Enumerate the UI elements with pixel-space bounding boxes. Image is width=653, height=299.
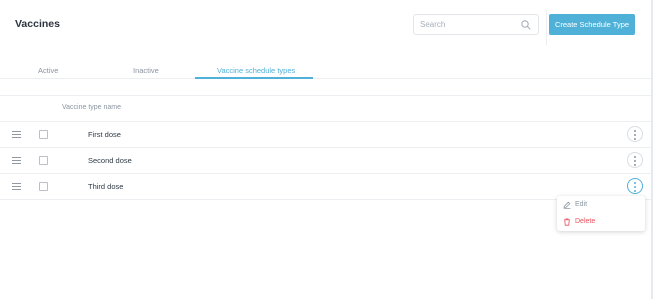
row-checkbox[interactable] [39, 130, 48, 139]
table-row: Third dose [0, 174, 651, 200]
row-actions-menu: Edit Delete [557, 196, 645, 231]
row-name: First dose [88, 130, 121, 139]
drag-handle-icon[interactable] [12, 183, 21, 190]
column-header-vaccine-type-name: Vaccine type name [62, 104, 122, 111]
row-name: Third dose [88, 182, 124, 191]
row-checkbox[interactable] [39, 182, 48, 191]
table-top-divider [0, 95, 651, 96]
row-name: Second dose [88, 156, 132, 165]
drag-handle-icon[interactable] [12, 131, 21, 138]
active-tab-indicator [195, 77, 313, 79]
search-box[interactable] [413, 14, 539, 35]
header-divider [546, 10, 547, 45]
tab-active[interactable]: Active [38, 66, 58, 75]
menu-item-label: Delete [575, 218, 596, 225]
search-input[interactable] [420, 17, 520, 32]
menu-item-edit[interactable]: Edit [563, 200, 639, 212]
pencil-icon [563, 201, 571, 209]
more-options-icon[interactable] [627, 178, 643, 194]
menu-item-label: Edit [575, 201, 588, 208]
table-row: Second dose [0, 148, 651, 174]
row-checkbox[interactable] [39, 156, 48, 165]
create-schedule-type-button[interactable]: Create Schedule Type [549, 14, 635, 35]
tab-inactive[interactable]: Inactive [133, 66, 159, 75]
table-row: First dose [0, 122, 651, 148]
more-options-icon[interactable] [627, 152, 643, 168]
page-title: Vaccines [15, 18, 60, 30]
drag-handle-icon[interactable] [12, 157, 21, 164]
more-options-icon[interactable] [627, 126, 643, 142]
tab-vaccine-schedule-types[interactable]: Vaccine schedule types [217, 66, 295, 75]
search-icon[interactable] [520, 19, 532, 31]
trash-icon [564, 218, 570, 226]
app-frame: Vaccines Create Schedule Type Active Ina… [0, 0, 653, 299]
menu-item-delete[interactable]: Delete [563, 217, 639, 229]
tabs-divider [0, 78, 651, 79]
